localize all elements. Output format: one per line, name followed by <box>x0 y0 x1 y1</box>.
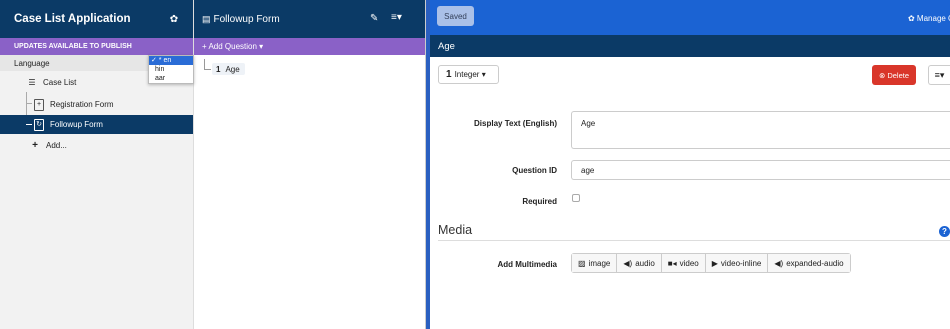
app-title[interactable]: Case List Application <box>14 13 131 25</box>
video-icon: ■◂ <box>667 258 677 268</box>
required-checkbox[interactable] <box>572 194 580 202</box>
button-label: video-inline <box>720 258 762 268</box>
question-id-label: Question ID <box>512 166 557 175</box>
form-panel: ▤ Followup Form ✎ ≡▾ + Add Question ▾ 1 … <box>194 0 426 329</box>
type-label: Integer ▾ <box>454 70 486 79</box>
display-text-field[interactable]: Age <box>571 111 950 149</box>
multimedia-button-group: ▨ image ◀) audio ■◂ video ▶ video-inline… <box>571 253 851 273</box>
sidebar-item-registration-form[interactable]: + Registration Form <box>0 95 193 114</box>
question-editor: Saved ✿ Manage Case Age 1 Integer ▾ ⊗ De… <box>430 0 950 329</box>
play-icon: ▶ <box>711 258 718 268</box>
question-type-dropdown[interactable]: 1 Integer ▾ <box>438 65 499 84</box>
add-expanded-audio-button[interactable]: ◀) expanded-audio <box>768 254 850 272</box>
plus-icon: + <box>32 140 38 151</box>
media-heading: Media <box>438 223 473 237</box>
audio-icon: ◀) <box>623 258 633 268</box>
question-title: Age <box>430 35 950 57</box>
tree-line <box>204 69 211 70</box>
divider <box>438 240 950 241</box>
language-option-aar[interactable]: aar <box>149 74 193 83</box>
delete-button[interactable]: ⊗ Delete <box>872 65 916 85</box>
button-label: audio <box>635 258 655 268</box>
question-item-age[interactable]: 1 Age <box>212 63 245 75</box>
form-header: ▤ Followup Form ✎ ≡▾ <box>194 0 425 38</box>
more-menu-button[interactable]: ≡▾ <box>928 65 950 85</box>
sidebar-item-label: Registration Form <box>50 100 114 109</box>
type-number-icon: 1 <box>446 69 452 80</box>
list-icon: ☰ <box>28 78 36 87</box>
add-question-button[interactable]: + Add Question ▾ <box>194 38 425 55</box>
form-title[interactable]: Followup Form <box>214 14 280 25</box>
add-audio-button[interactable]: ◀) audio <box>617 254 662 272</box>
add-video-button[interactable]: ■◂ video <box>661 254 706 272</box>
app-header: Case List Application ✿ <box>0 0 193 38</box>
sidebar-item-label: Case List <box>43 78 77 87</box>
updates-banner[interactable]: UPDATES AVAILABLE TO PUBLISH <box>0 38 193 55</box>
help-icon[interactable]: ? <box>939 226 950 237</box>
manage-case-button[interactable]: ✿ Manage Case <box>908 14 950 23</box>
tree-line <box>26 124 32 125</box>
language-dropdown[interactable]: ✓ * en hin aar <box>148 55 194 84</box>
language-label: Language <box>14 58 50 68</box>
sidebar-item-label: Add... <box>46 141 67 150</box>
add-video-inline-button[interactable]: ▶ video-inline <box>705 254 769 272</box>
tree-line <box>204 59 205 69</box>
editor-toolbar: Saved ✿ Manage Case <box>430 0 950 35</box>
menu-icon[interactable]: ≡▾ <box>391 12 402 23</box>
audio-icon: ◀) <box>774 258 784 268</box>
pencil-icon[interactable]: ✎ <box>370 13 378 24</box>
display-text-label: Display Text (English) <box>474 119 557 128</box>
add-multimedia-label: Add Multimedia <box>497 260 557 269</box>
language-option-en[interactable]: ✓ * en <box>149 56 193 65</box>
form-icon: ▤ <box>202 13 211 24</box>
form-icon: ↻ <box>33 118 45 131</box>
question-number: 1 <box>216 64 221 74</box>
gear-icon[interactable]: ✿ <box>167 12 181 26</box>
app-sidebar: Case List Application ✿ UPDATES AVAILABL… <box>0 0 194 329</box>
sidebar-item-add[interactable]: + Add... <box>0 136 193 155</box>
button-label: expanded-audio <box>786 258 844 268</box>
required-label: Required <box>522 197 557 206</box>
sidebar-item-label: Followup Form <box>50 120 103 129</box>
saved-button[interactable]: Saved <box>437 6 474 26</box>
language-option-hin[interactable]: hin <box>149 65 193 74</box>
button-label: video <box>679 258 699 268</box>
button-label: image <box>588 258 611 268</box>
question-id-field[interactable]: age <box>571 160 950 180</box>
form-icon: + <box>33 98 45 111</box>
add-image-button[interactable]: ▨ image <box>572 254 618 272</box>
question-label: Age <box>225 64 240 74</box>
image-icon: ▨ <box>578 258 586 268</box>
